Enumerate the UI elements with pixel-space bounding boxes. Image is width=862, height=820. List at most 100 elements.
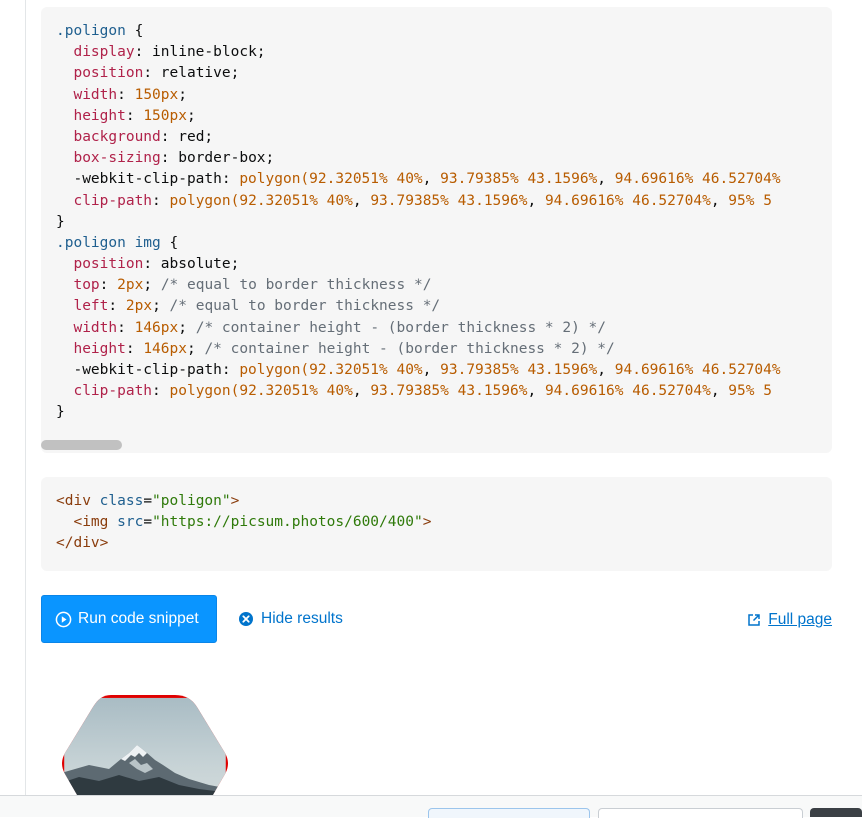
code-token: = [143, 514, 153, 531]
code-token: 95% 5 [728, 192, 772, 209]
code-token: top [73, 277, 100, 294]
code-token: 150px [134, 86, 179, 103]
code-token: , [422, 362, 441, 378]
code-token: , [352, 383, 371, 400]
bottom-button-partial-2[interactable] [598, 808, 803, 818]
code-token: <div [56, 493, 91, 509]
code-token: /* container height - (border thickness … [204, 340, 615, 357]
code-token: : [99, 277, 118, 294]
html_code-line: <div class="poligon"> [56, 491, 832, 512]
code-token: ; [178, 86, 187, 103]
bottom-button-partial[interactable] [428, 808, 590, 818]
hide-results-button[interactable]: Hide results [238, 607, 343, 631]
code-token: 95% 5 [728, 383, 772, 400]
code-token: ; [186, 107, 196, 124]
code-token: : relative; [143, 65, 240, 82]
code-token: position [73, 256, 144, 273]
code-token: 2px [125, 298, 153, 315]
code-token: /* equal to border thickness */ [169, 298, 441, 315]
code-token: ; [178, 319, 196, 336]
run-code-snippet-button[interactable]: Run code snippet [41, 595, 217, 643]
code-token: width [73, 86, 118, 103]
code-token: 93.79385% 43.1596% [440, 171, 598, 188]
html_code-line: <img src="https://picsum.photos/600/400"… [56, 512, 832, 533]
code-token: <img [73, 514, 109, 531]
code-token: display [73, 44, 135, 61]
code-token: "https://picsum.photos/600/400" [152, 514, 423, 531]
css_code-line: left: 2px; /* equal to border thickness … [56, 296, 832, 317]
css_code-line: .poligon img { [56, 233, 832, 254]
css_code-line: top: 2px; /* equal to border thickness *… [56, 275, 832, 296]
code-token: { [160, 234, 179, 251]
code-token: , [597, 362, 615, 378]
code-token: , [527, 383, 545, 400]
code-token: { [125, 23, 144, 39]
scrollbar-thumb[interactable] [41, 440, 122, 450]
code-token: : [152, 192, 170, 209]
code-token: ; [143, 277, 161, 294]
css-code: .poligon { display: inline-block; positi… [41, 7, 832, 424]
code-token: clip-path [73, 192, 153, 209]
code-token: } [56, 213, 65, 230]
code-token: class [99, 493, 144, 509]
code-token: 150px [143, 107, 187, 124]
css_code-line: display: inline-block; [56, 42, 832, 63]
code-token: } [56, 404, 65, 421]
close-circle-icon [239, 612, 253, 626]
code-token: 92.32051% 40% [309, 171, 423, 188]
code-token: 94.69616% 46.52704% [614, 171, 781, 188]
code-token: 92.32051% 40% [239, 383, 353, 400]
code-token: ; [186, 340, 205, 357]
code-token: , [710, 383, 729, 400]
html-code: <div class="poligon"> <img src="https://… [41, 477, 832, 555]
css_code-line: width: 146px; /* container height - (bor… [56, 318, 832, 339]
css_code-line: box-sizing: border-box; [56, 148, 832, 169]
code-token: width [73, 319, 118, 336]
code-token: 146px [134, 319, 179, 336]
code-token: : inline-block; [134, 44, 266, 61]
css_code-line: position: relative; [56, 63, 832, 84]
code-token: height [73, 107, 126, 124]
code-token: -webkit-clip-path: [56, 362, 240, 378]
full-page-link[interactable]: Full page [747, 608, 832, 632]
css_code-line: background: red; [56, 127, 832, 148]
code-token: : [117, 319, 135, 336]
code-token: 94.69616% 46.52704% [544, 383, 711, 400]
code-token: > [230, 493, 240, 509]
horizontal-scrollbar[interactable] [41, 439, 832, 453]
code-token: , [710, 192, 729, 209]
code-token: 92.32051% 40% [309, 362, 423, 378]
full-page-label: Full page [768, 611, 832, 628]
css_code-line: .poligon { [56, 21, 832, 42]
bottom-toolbar [0, 795, 862, 818]
html-code-block[interactable]: <div class="poligon"> <img src="https://… [41, 477, 832, 571]
css_code-line: position: absolute; [56, 254, 832, 275]
code-token: box-sizing [73, 150, 161, 167]
code-token: background [73, 128, 161, 145]
code-token: polygon( [239, 171, 310, 188]
css_code-line: -webkit-clip-path: polygon(92.32051% 40%… [56, 169, 832, 190]
code-token: = [143, 493, 153, 509]
code-token: , [597, 171, 615, 188]
code-token: 92.32051% 40% [239, 192, 353, 209]
html_code-line: </div> [56, 533, 832, 554]
code-token: polygon( [169, 192, 240, 209]
css-code-block[interactable]: .poligon { display: inline-block; positi… [41, 7, 832, 453]
code-token: position [73, 65, 144, 82]
css_code-line: -webkit-clip-path: polygon(92.32051% 40%… [56, 360, 832, 381]
code-token: 93.79385% 43.1596% [440, 362, 598, 378]
code-token: /* container height - (border thickness … [195, 319, 607, 336]
